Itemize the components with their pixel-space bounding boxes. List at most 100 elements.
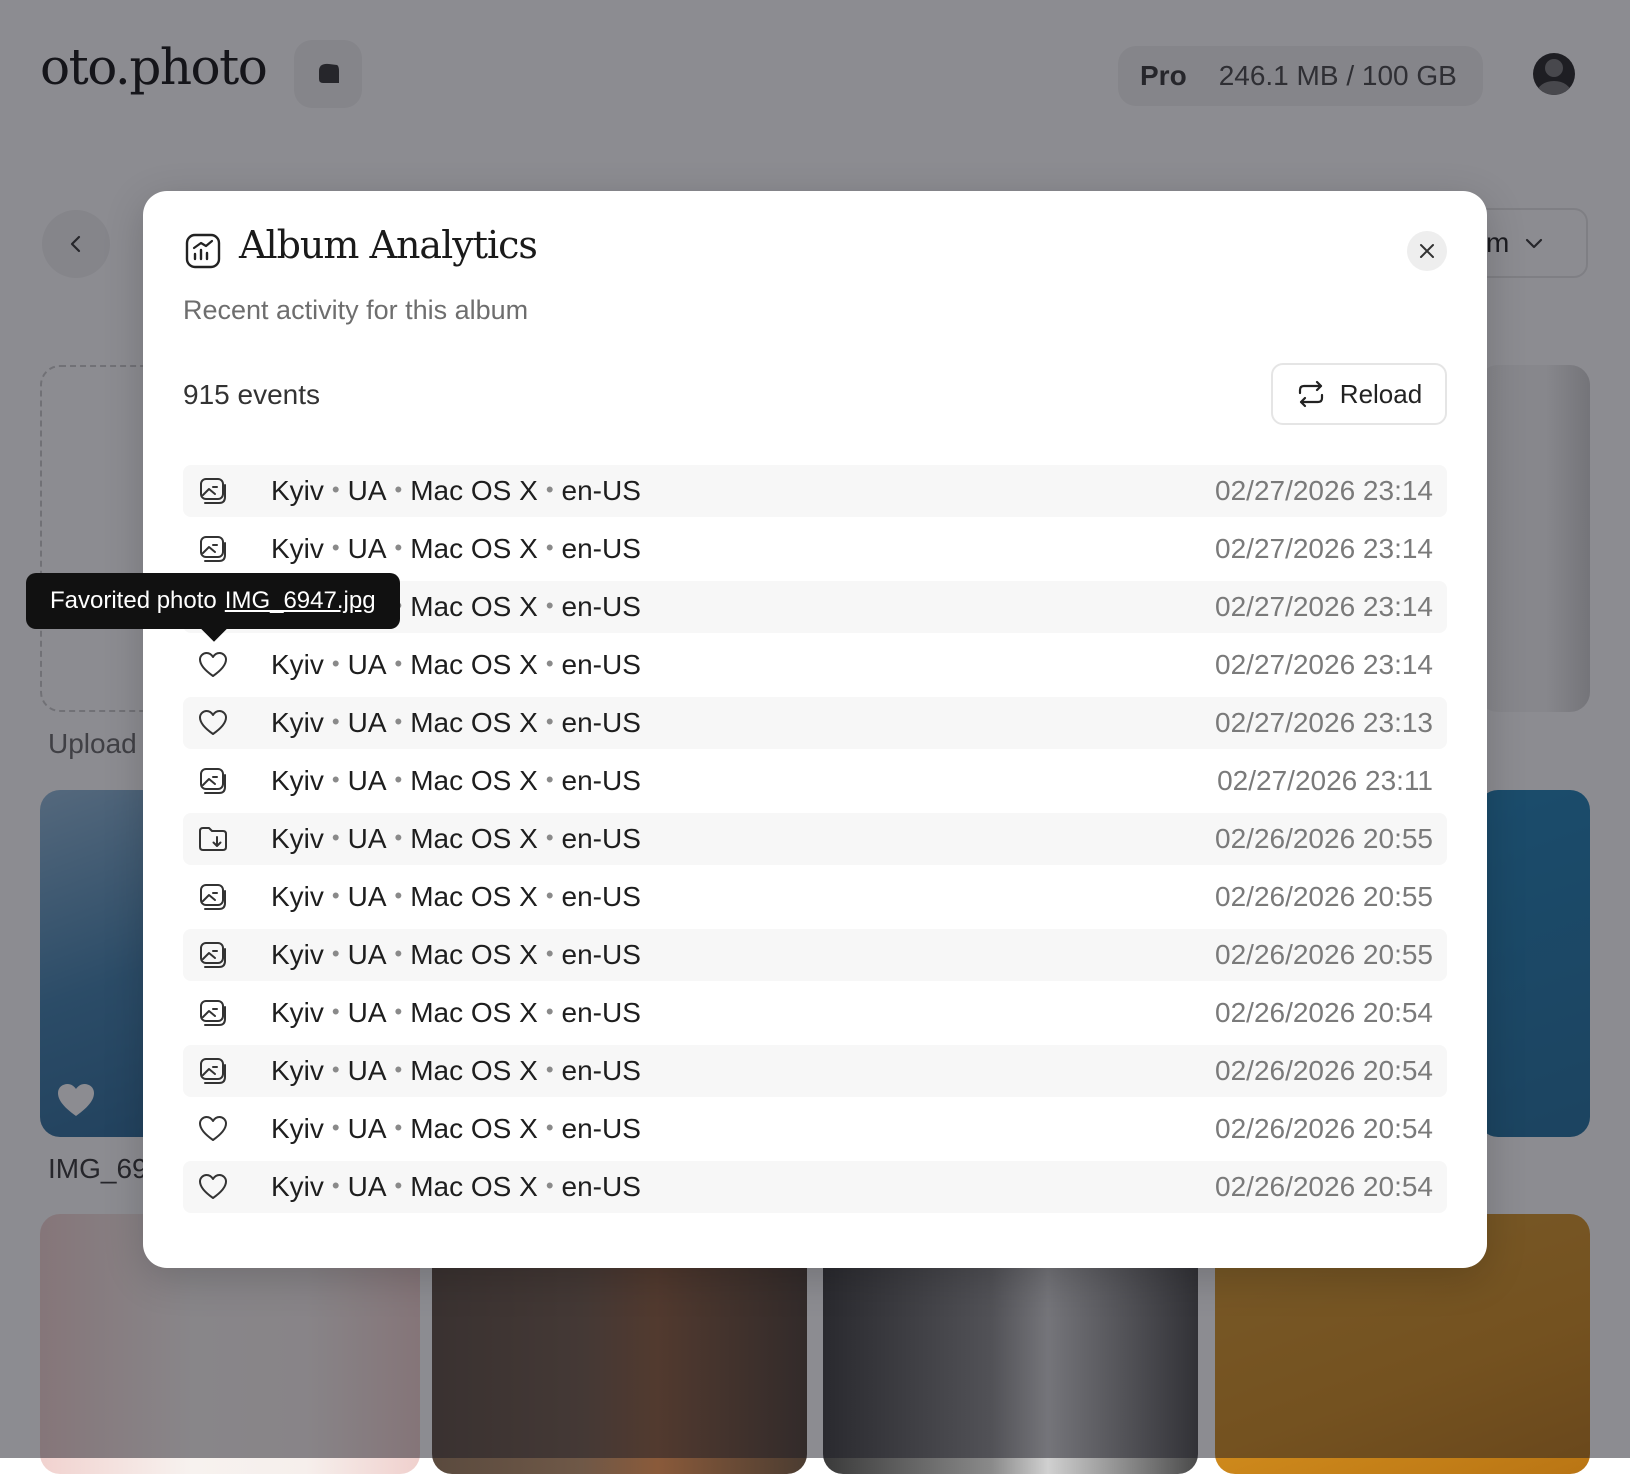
event-row[interactable]: Kyiv • UA • Mac OS X • en-US 02/27/2026 23:13 [183,697,1447,749]
event-os: Mac OS X [410,881,538,912]
event-city: Kyiv [271,823,324,854]
event-timestamp: 02/27/2026 23:14 [1215,533,1433,564]
event-city: Kyiv [271,649,324,680]
event-os: Mac OS X [410,591,538,622]
event-row[interactable]: Kyiv • UA • Mac OS X • en-US 02/26/2026 20:55 [183,813,1447,865]
event-os: Mac OS X [410,1113,538,1144]
event-row[interactable]: Kyiv • UA • Mac OS X • en-US 02/27/2026 23:14 [183,639,1447,691]
dialog-title: Album Analytics [239,223,538,267]
separator-dot: • [331,1173,340,1198]
event-locale: en-US [561,1113,641,1144]
event-country: UA [347,533,387,564]
separator-dot: • [394,941,403,966]
separator-dot: • [331,651,340,676]
folder-download-icon[interactable] [197,823,229,855]
reload-icon [1298,380,1323,408]
event-row[interactable]: Kyiv • UA • Mac OS X • en-US 02/27/2026 23:14 [183,465,1447,517]
event-country: UA [347,1055,387,1086]
event-meta: Kyiv • UA • Mac OS X • en-US [271,881,641,913]
event-city: Kyiv [271,1055,324,1086]
reload-button[interactable]: Reload [1271,363,1447,425]
separator-dot: • [394,1173,403,1198]
event-row[interactable]: Kyiv • UA • Mac OS X • en-US 02/26/2026 20:54 [183,1045,1447,1097]
event-country: UA [347,707,387,738]
separator-dot: • [545,941,554,966]
event-timestamp: 02/27/2026 23:14 [1215,591,1433,622]
separator-dot: • [394,477,403,502]
event-meta: Kyiv • UA • Mac OS X • en-US [271,939,641,971]
separator-dot: • [545,999,554,1024]
close-icon [1420,244,1434,258]
event-locale: en-US [561,533,641,564]
event-row[interactable]: Kyiv • UA • Mac OS X • en-US 02/26/2026 20:55 [183,871,1447,923]
event-meta: Kyiv • UA • Mac OS X • en-US [271,997,641,1029]
close-button[interactable] [1407,231,1447,271]
event-meta: Kyiv • UA • Mac OS X • en-US [271,475,641,507]
separator-dot: • [545,477,554,502]
photo-view-icon[interactable] [197,765,229,797]
photo-view-icon[interactable] [197,1055,229,1087]
separator-dot: • [394,825,403,850]
event-country: UA [347,649,387,680]
event-country: UA [347,1171,387,1202]
event-locale: en-US [561,881,641,912]
event-locale: en-US [561,707,641,738]
event-timestamp: 02/27/2026 23:14 [1215,475,1433,506]
event-row[interactable]: Kyiv • UA • Mac OS X • en-US 02/27/2026 23:11 [183,755,1447,807]
tooltip-text: Favorited photo [50,587,217,614]
analytics-icon [185,233,221,269]
separator-dot: • [394,1115,403,1140]
event-meta: Kyiv • UA • Mac OS X • en-US [271,1171,641,1203]
event-timestamp: 02/26/2026 20:55 [1215,823,1433,854]
event-row[interactable]: Kyiv • UA • Mac OS X • en-US 02/26/2026 20:54 [183,1161,1447,1213]
photo-view-icon[interactable] [197,881,229,913]
heart-icon[interactable] [197,707,229,739]
event-meta: Kyiv • UA • Mac OS X • en-US [271,1055,641,1087]
event-timestamp: 02/26/2026 20:54 [1215,997,1433,1028]
separator-dot: • [545,767,554,792]
event-row[interactable]: Kyiv • UA • Mac OS X • en-US 02/26/2026 20:54 [183,1103,1447,1155]
separator-dot: • [545,1173,554,1198]
event-timestamp: 02/27/2026 23:13 [1215,707,1433,738]
album-analytics-dialog: Album Analytics Recent activity for this… [143,191,1487,1268]
separator-dot: • [331,825,340,850]
event-city: Kyiv [271,881,324,912]
heart-icon[interactable] [197,1171,229,1203]
event-os: Mac OS X [410,823,538,854]
separator-dot: • [394,709,403,734]
event-meta: Kyiv • UA • Mac OS X • en-US [271,823,641,855]
event-row[interactable]: Kyiv • UA • Mac OS X • en-US 02/26/2026 20:55 [183,929,1447,981]
separator-dot: • [394,651,403,676]
separator-dot: • [331,1057,340,1082]
event-meta: Kyiv • UA • Mac OS X • en-US [271,533,641,565]
event-city: Kyiv [271,939,324,970]
separator-dot: • [394,767,403,792]
photo-view-icon[interactable] [197,939,229,971]
event-locale: en-US [561,765,641,796]
photo-view-icon[interactable] [197,533,229,565]
event-row[interactable]: Kyiv • UA • Mac OS X • en-US 02/26/2026 20:54 [183,987,1447,1039]
separator-dot: • [331,883,340,908]
heart-icon[interactable] [197,1113,229,1145]
separator-dot: • [331,709,340,734]
tooltip-filename-link[interactable]: IMG_6947.jpg [225,587,376,615]
event-city: Kyiv [271,997,324,1028]
heart-icon[interactable] [197,649,229,681]
photo-view-icon[interactable] [197,475,229,507]
separator-dot: • [331,1115,340,1140]
event-timestamp: 02/26/2026 20:54 [1215,1055,1433,1086]
event-os: Mac OS X [410,939,538,970]
separator-dot: • [545,651,554,676]
photo-view-icon[interactable] [197,997,229,1029]
event-locale: en-US [561,823,641,854]
event-timestamp: 02/26/2026 20:55 [1215,881,1433,912]
event-meta: Kyiv • UA • Mac OS X • en-US [271,765,641,797]
event-timestamp: 02/27/2026 23:11 [1217,765,1433,796]
event-city: Kyiv [271,1171,324,1202]
event-row[interactable]: Kyiv • UA • Mac OS X • en-US 02/27/2026 23:14 [183,523,1447,575]
separator-dot: • [331,535,340,560]
separator-dot: • [331,941,340,966]
event-locale: en-US [561,1055,641,1086]
separator-dot: • [545,535,554,560]
separator-dot: • [394,535,403,560]
